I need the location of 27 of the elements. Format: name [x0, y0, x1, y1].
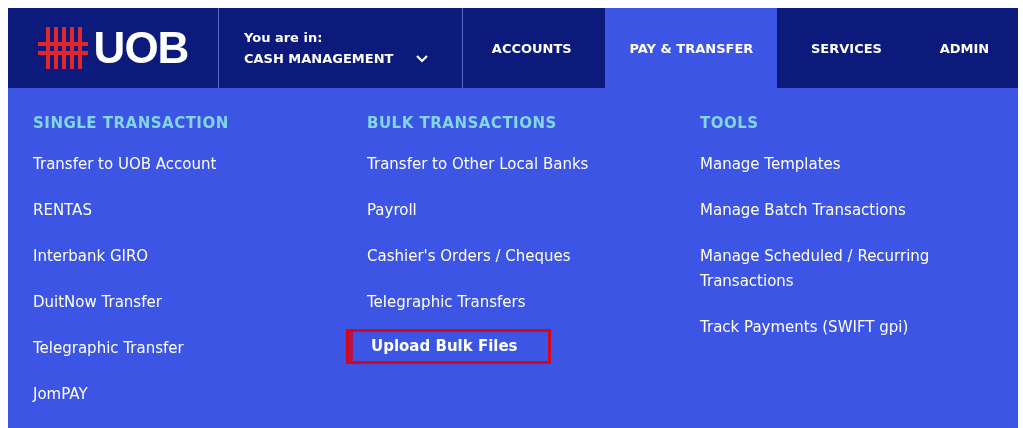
column-heading: BULK TRANSACTIONS: [367, 114, 558, 132]
column-heading: TOOLS: [700, 114, 760, 132]
nav-tab[interactable]: PAY & TRANSFER: [605, 8, 778, 88]
nav-tab[interactable]: SERVICES: [787, 8, 906, 88]
menu-link[interactable]: Payroll: [367, 198, 417, 223]
menu-link[interactable]: Upload Bulk Files: [349, 332, 548, 361]
chevron-down-icon[interactable]: [415, 54, 430, 63]
menu-link[interactable]: Cashier's Orders / Cheques: [367, 244, 571, 269]
logo-text: UOB: [93, 23, 189, 73]
nav-tab[interactable]: ADMIN: [915, 8, 1014, 88]
menu-link[interactable]: Manage Scheduled / Recurring Transactions: [700, 244, 960, 294]
menu-link[interactable]: Telegraphic Transfers: [367, 290, 526, 315]
menu-link[interactable]: Manage Batch Transactions: [700, 198, 906, 223]
menu-link[interactable]: Interbank GIRO: [33, 244, 149, 269]
menu-link[interactable]: Track Payments (SWIFT gpi): [700, 315, 909, 340]
logo-mark-icon: [37, 27, 88, 69]
menu-link[interactable]: RENTAS: [33, 198, 92, 223]
menu-link[interactable]: Manage Templates: [700, 152, 841, 177]
context-label: You are in:: [244, 30, 324, 45]
column-heading: SINGLE TRANSACTION: [33, 114, 230, 132]
menu-link[interactable]: JomPAY: [33, 382, 88, 407]
menu-link[interactable]: Transfer to Other Local Banks: [367, 152, 589, 177]
nav-tab[interactable]: ACCOUNTS: [467, 8, 596, 88]
menu-link[interactable]: Telegraphic Transfer: [33, 336, 184, 361]
menu-link[interactable]: DuitNow Transfer: [33, 290, 162, 315]
menu-link[interactable]: Transfer to UOB Account: [33, 152, 217, 177]
context-value[interactable]: CASH MANAGEMENT: [244, 51, 394, 66]
